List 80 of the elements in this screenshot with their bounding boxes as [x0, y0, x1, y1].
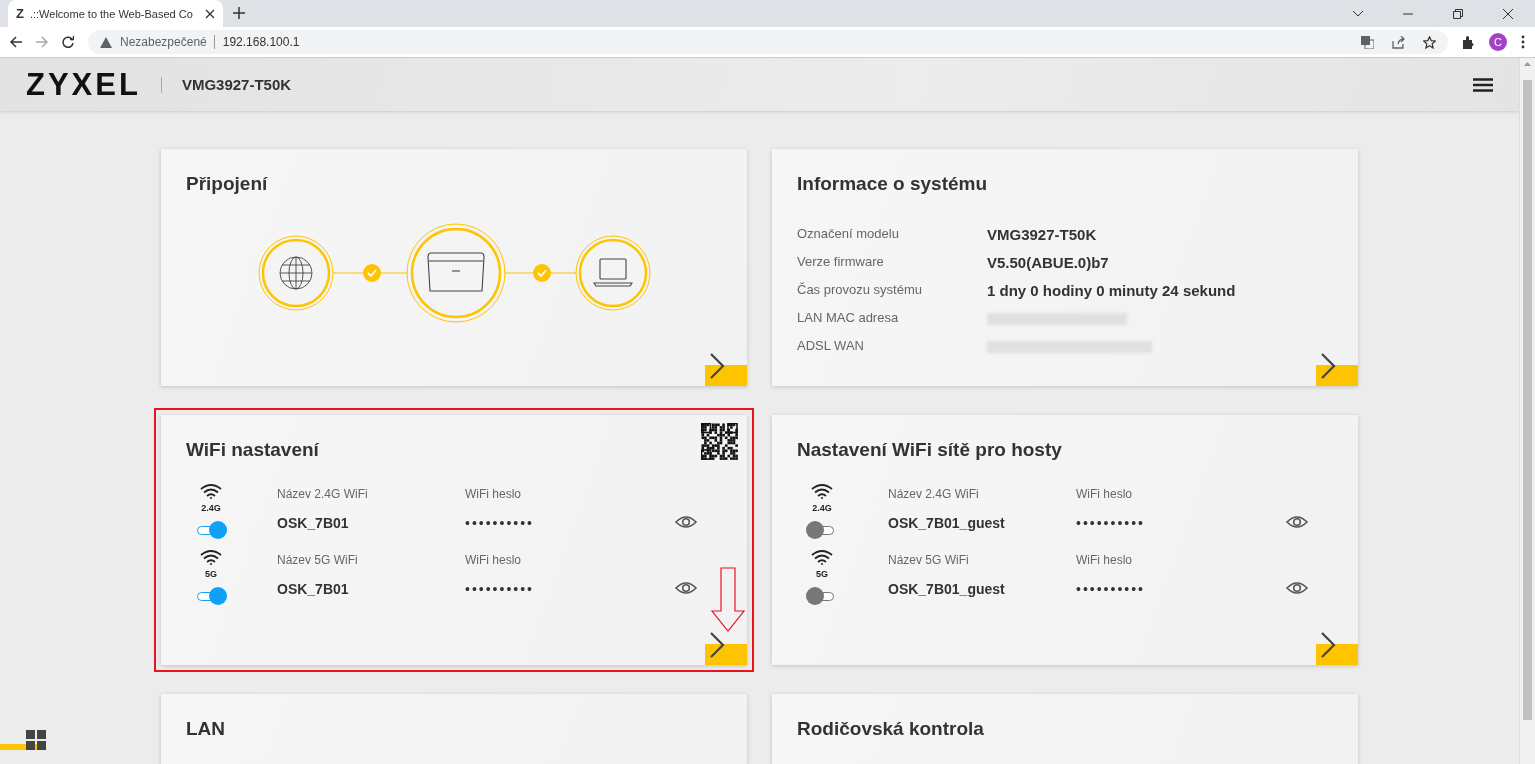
card-title: LAN — [186, 718, 226, 740]
eye-icon[interactable] — [1286, 515, 1308, 529]
card-title: Připojení — [186, 173, 268, 195]
profile-avatar[interactable]: C — [1489, 33, 1507, 51]
grid-icon[interactable] — [26, 730, 46, 750]
more-icon[interactable] — [1521, 35, 1525, 49]
laptop-icon — [592, 258, 634, 287]
chevron-down-icon[interactable] — [1353, 10, 1363, 17]
card-title: Informace o systému — [797, 173, 988, 195]
info-value: 1 dny 0 hodiny 0 minuty 24 sekund — [987, 282, 1237, 300]
router-icon — [427, 252, 485, 292]
field-label: WiFi heslo — [1076, 553, 1133, 567]
wifi-icon — [199, 549, 223, 565]
wifi-icon — [199, 483, 223, 499]
card-title: WiFi nastavení — [186, 439, 319, 461]
wifi-name: OSK_7B01 — [277, 581, 350, 597]
tab-title: .::Welcome to the Web-Based Co — [29, 7, 194, 20]
band-label: 5G — [205, 569, 217, 579]
wifi-name: OSK_7B01_guest — [888, 581, 1006, 597]
wifi-name: OSK_7B01_guest — [888, 515, 1006, 531]
minimize-icon[interactable] — [1403, 12, 1413, 15]
field-label: WiFi heslo — [1076, 487, 1133, 501]
info-label: ADSL WAN — [797, 338, 865, 355]
eye-icon[interactable] — [675, 581, 697, 595]
close-icon[interactable] — [205, 8, 215, 19]
chevron-icon — [709, 631, 725, 659]
info-label: Označení modelu — [797, 226, 900, 243]
info-label: Verze firmware — [797, 254, 885, 271]
next-button[interactable] — [1316, 631, 1358, 665]
star-icon[interactable] — [1423, 35, 1436, 49]
next-button[interactable] — [705, 352, 747, 386]
wifi-password: •••••••••• — [1076, 515, 1146, 531]
browser-tab[interactable]: Z .::Welcome to the Web-Based Co — [8, 0, 223, 27]
address-bar[interactable]: Nezabezpečené 192.168.100.1 — [88, 30, 1448, 54]
eye-icon[interactable] — [1286, 581, 1308, 595]
band-label: 2.4G — [812, 503, 832, 513]
info-value: V5.50(ABUE.0)b7 — [987, 254, 1110, 272]
wifi-password: •••••••••• — [465, 581, 535, 597]
wifi-icon — [810, 483, 834, 499]
wifi-toggle[interactable] — [195, 587, 227, 605]
arrow-annotation — [710, 567, 746, 633]
plus-icon[interactable] — [233, 7, 245, 19]
logo: ZYXEL — [26, 66, 141, 103]
share-icon[interactable] — [1392, 35, 1405, 49]
wifi-icon — [810, 549, 834, 565]
field-label: Název 2.4G WiFi — [277, 487, 369, 501]
band-label: 2.4G — [201, 503, 221, 513]
next-button[interactable] — [705, 631, 747, 665]
close-icon[interactable] — [1503, 8, 1513, 19]
restore-icon[interactable] — [1453, 8, 1463, 19]
info-label: Čas provozu systému — [797, 282, 923, 299]
reload-icon[interactable] — [62, 36, 74, 48]
wifi-password: •••••••••• — [1076, 581, 1146, 597]
translate-icon[interactable] — [1361, 35, 1374, 49]
chevron-icon — [709, 352, 725, 380]
info-label: LAN MAC adresa — [797, 310, 900, 327]
chevron-icon — [1320, 631, 1336, 659]
eye-icon[interactable] — [675, 515, 697, 529]
info-value: VMG3927-T50K — [987, 226, 1098, 244]
model-name: VMG3927-T50K — [181, 76, 292, 93]
puzzle-icon[interactable] — [1462, 35, 1475, 49]
wifi-name: OSK_7B01 — [277, 515, 350, 531]
wifi-toggle[interactable] — [195, 521, 227, 539]
field-label: Název 2.4G WiFi — [888, 487, 980, 501]
scrollbar-thumb[interactable] — [1523, 80, 1532, 720]
field-label: WiFi heslo — [465, 553, 522, 567]
warning-icon — [100, 36, 112, 48]
chevron-icon — [1320, 352, 1336, 380]
next-button[interactable] — [1316, 352, 1358, 386]
wifi-password: •••••••••• — [465, 515, 535, 531]
menu-button[interactable] — [1473, 77, 1493, 92]
card-title: Rodičovská kontrola — [797, 718, 984, 740]
field-label: Název 5G WiFi — [277, 553, 359, 567]
field-label: WiFi heslo — [465, 487, 522, 501]
band-label: 5G — [816, 569, 828, 579]
back-icon[interactable] — [10, 36, 22, 48]
card-title: Nastavení WiFi sítě pro hosty — [797, 439, 1062, 461]
favicon: Z — [16, 6, 24, 21]
globe-icon — [279, 256, 313, 290]
field-label: Název 5G WiFi — [888, 553, 970, 567]
